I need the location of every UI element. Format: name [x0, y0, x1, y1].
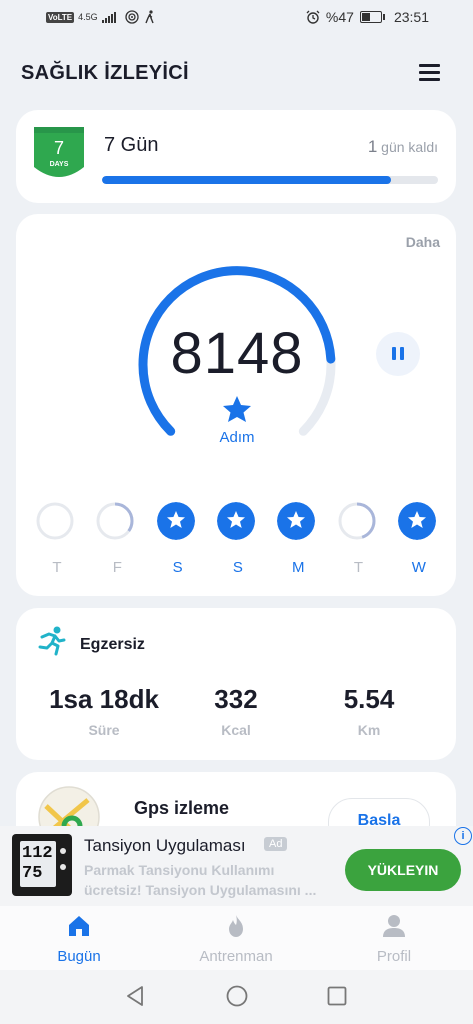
status-right: %47 23:51: [306, 9, 429, 25]
more-link[interactable]: Daha: [406, 234, 440, 250]
day-label: S: [232, 559, 243, 576]
streak-remaining-count: 1: [367, 137, 378, 156]
distance-label: Km: [357, 722, 381, 738]
ad-install-button[interactable]: YÜKLEYIN: [345, 849, 461, 891]
day-3[interactable]: S: [216, 502, 259, 576]
battery-percent: %47: [325, 9, 354, 25]
steps-card: Daha 8148 Adım T F S S M T W: [16, 214, 456, 596]
pause-button[interactable]: [376, 332, 420, 376]
streak-progress-fill: [102, 176, 391, 184]
day-label: M: [291, 559, 305, 576]
exercise-title: Egzersiz: [80, 636, 145, 653]
alarm-icon: [306, 10, 320, 24]
running-icon: [38, 626, 66, 656]
nav-label-workout: Antrenman: [199, 948, 273, 965]
day-label: T: [52, 559, 62, 576]
streak-title: 7 Gün: [104, 134, 159, 156]
gps-title: Gps izleme: [134, 798, 230, 818]
day-label: S: [172, 559, 183, 576]
distance-value: 5.54: [343, 684, 395, 714]
nav-label-today: Bugün: [57, 948, 101, 965]
star-icon: [223, 396, 251, 422]
wifi-icon: [125, 10, 139, 24]
day-progress-ring: [36, 502, 74, 540]
nav-item-profile[interactable]: Profil: [334, 906, 454, 970]
day-label: F: [112, 559, 122, 576]
back-icon[interactable]: [124, 984, 146, 1008]
day-progress-ring: [338, 502, 375, 540]
day-progress-ring: [397, 502, 436, 540]
streak-badge-number: 7: [54, 138, 64, 158]
streak-progress-bar: [102, 176, 438, 184]
day-2[interactable]: S: [156, 502, 199, 576]
recent-apps-icon[interactable]: [326, 984, 348, 1008]
walk-icon: [145, 10, 154, 24]
network-type: 4.5G: [78, 12, 98, 22]
profile-icon: [383, 915, 405, 937]
streak-badge-icon: 7 DAYS: [34, 127, 84, 177]
blood-pressure-monitor-icon: 112 75: [12, 834, 72, 896]
day-5[interactable]: T: [338, 502, 380, 576]
day-0[interactable]: T: [36, 502, 78, 576]
volte-indicator: VoLTE: [46, 11, 75, 23]
day-progress-ring: [96, 502, 134, 540]
streak-badge-text: DAYS: [50, 161, 69, 168]
calories-value: 332: [214, 684, 258, 714]
flame-icon: [229, 915, 243, 937]
system-nav-bar: [0, 970, 473, 1024]
ad-info-icon[interactable]: i: [454, 827, 472, 845]
ad-tag: Ad: [264, 837, 288, 851]
bottom-nav: Bugün Antrenman Profil: [0, 906, 473, 970]
hamburger-menu-icon[interactable]: [418, 62, 442, 82]
streak-remaining-text: gün kaldı: [377, 139, 438, 155]
day-6[interactable]: W: [397, 502, 440, 576]
day-1[interactable]: F: [96, 502, 138, 576]
status-left: VoLTE 4.5G: [46, 10, 156, 24]
app-title: SAĞLIK İZLEYİCİ: [21, 62, 189, 84]
clock: 23:51: [393, 9, 429, 25]
ad-title: Tansiyon Uygulaması: [84, 836, 246, 855]
duration-label: Süre: [88, 722, 120, 738]
day-progress-ring: [277, 502, 316, 540]
battery-level: [361, 13, 371, 21]
streak-card[interactable]: 7 DAYS 7 Gün 1 gün kaldı: [16, 110, 456, 203]
day-4[interactable]: M: [277, 502, 319, 576]
day-progress-ring: [156, 502, 195, 540]
status-bar: VoLTE 4.5G %47 23:51: [0, 0, 473, 36]
home-button-icon[interactable]: [225, 984, 249, 1008]
home-icon: [69, 916, 89, 936]
day-label: W: [411, 559, 426, 576]
calories-label: Kcal: [221, 722, 251, 738]
step-count: 8148: [170, 321, 304, 386]
weekly-progress: TFSSMTW: [36, 502, 436, 582]
monitor-top-reading: 112: [22, 844, 53, 863]
ad-description: Parmak Tansiyonu Kullanımı ücretsiz! Tan…: [84, 862, 317, 898]
nav-item-today[interactable]: Bugün: [19, 906, 139, 970]
streak-remaining: 1 gün kaldı: [368, 137, 438, 157]
day-label: T: [353, 559, 364, 576]
nav-item-workout[interactable]: Antrenman: [176, 906, 296, 970]
nav-label-profile: Profil: [376, 948, 412, 965]
step-unit-label: Adım: [219, 429, 255, 446]
signal-icon: [101, 11, 116, 23]
day-progress-ring: [216, 502, 255, 540]
duration-value: 1sa 18dk: [49, 684, 159, 714]
battery-icon: [359, 11, 385, 23]
exercise-card[interactable]: Egzersiz 1sa 18dk Süre 332 Kcal 5.54 Km: [16, 608, 456, 760]
monitor-bottom-reading: 75: [22, 864, 43, 883]
